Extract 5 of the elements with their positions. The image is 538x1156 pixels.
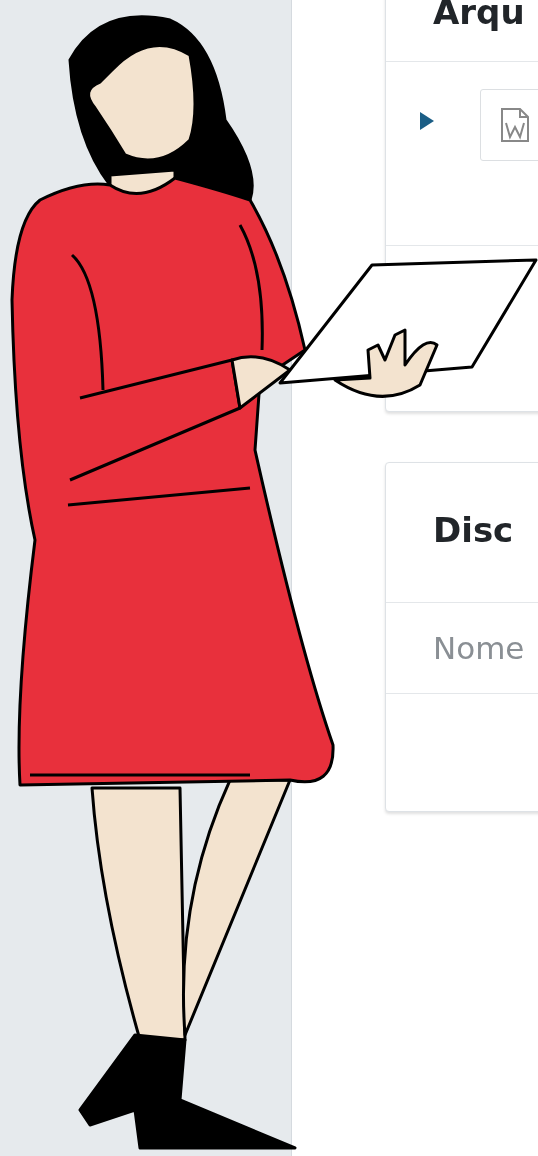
word-document-icon (499, 107, 531, 143)
file-tile[interactable] (480, 89, 538, 161)
column-header: Nome (433, 630, 525, 666)
card-title: Disc (433, 510, 514, 550)
card-title: Arqu (433, 0, 525, 32)
